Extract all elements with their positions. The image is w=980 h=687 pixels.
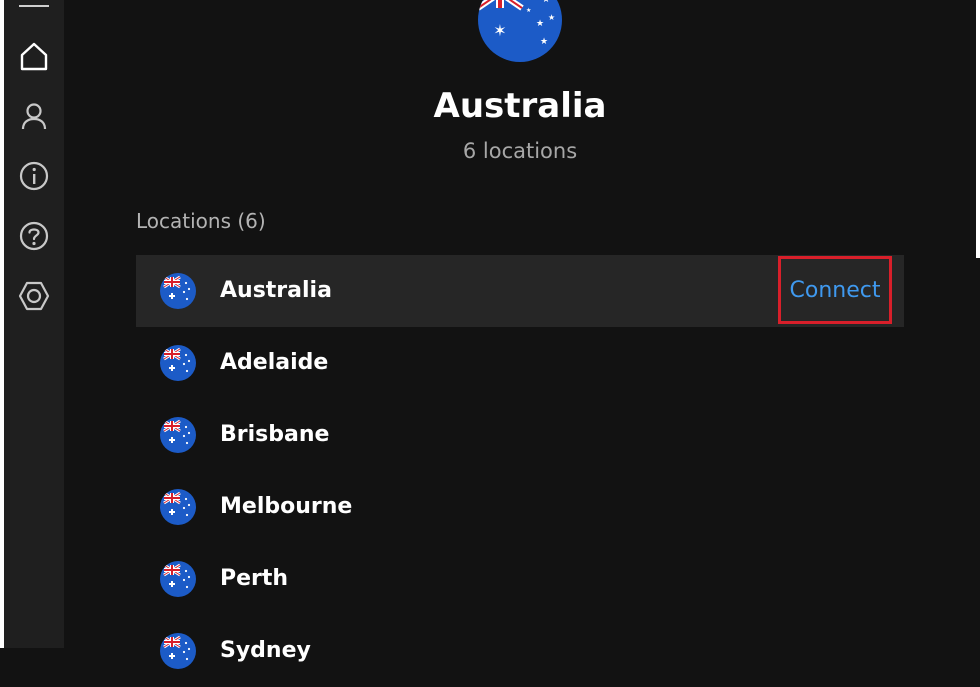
settings-icon[interactable] — [16, 278, 52, 314]
location-label: Adelaide — [220, 350, 329, 375]
location-row-melbourne[interactable]: Melbourne — [136, 471, 904, 543]
australia-flag-icon — [160, 561, 196, 597]
location-row-australia[interactable]: Australia Connect — [136, 255, 904, 327]
location-label: Brisbane — [220, 422, 330, 447]
main-panel: ✶ ★ ★ ★ ★ ★ Australia 6 locations Locati… — [64, 0, 976, 669]
home-icon[interactable] — [16, 38, 52, 74]
location-row-perth[interactable]: Perth — [136, 543, 904, 615]
australia-flag-icon — [160, 633, 196, 669]
svg-text:★: ★ — [536, 19, 544, 29]
svg-text:✶: ✶ — [493, 21, 506, 40]
svg-text:★: ★ — [542, 0, 550, 5]
australia-flag-icon — [160, 345, 196, 381]
connect-button[interactable]: Connect — [778, 256, 892, 324]
location-row-adelaide[interactable]: Adelaide — [136, 327, 904, 399]
location-label: Perth — [220, 566, 289, 591]
menu-icon[interactable] — [19, 5, 49, 7]
location-label: Sydney — [220, 638, 311, 663]
page-subtitle: 6 locations — [462, 139, 578, 163]
help-icon[interactable] — [16, 218, 52, 254]
australia-flag-icon: ✶ ★ ★ ★ ★ ★ — [478, 0, 562, 62]
svg-text:★: ★ — [548, 13, 555, 22]
active-indicator — [0, 28, 4, 88]
location-row-brisbane[interactable]: Brisbane — [136, 399, 904, 471]
svg-text:★: ★ — [526, 7, 531, 14]
user-icon[interactable] — [16, 98, 52, 134]
location-label: Australia — [220, 278, 332, 303]
sidebar — [4, 0, 64, 648]
locations-section-label: Locations (6) — [136, 209, 266, 233]
window-edge-right — [976, 0, 980, 258]
australia-flag-icon — [160, 273, 196, 309]
info-icon[interactable] — [16, 158, 52, 194]
australia-flag-icon — [160, 489, 196, 525]
svg-text:★: ★ — [540, 37, 548, 47]
location-label: Melbourne — [220, 494, 353, 519]
australia-flag-icon — [160, 417, 196, 453]
page-title: Australia — [433, 86, 607, 126]
location-row-sydney[interactable]: Sydney — [136, 615, 904, 687]
